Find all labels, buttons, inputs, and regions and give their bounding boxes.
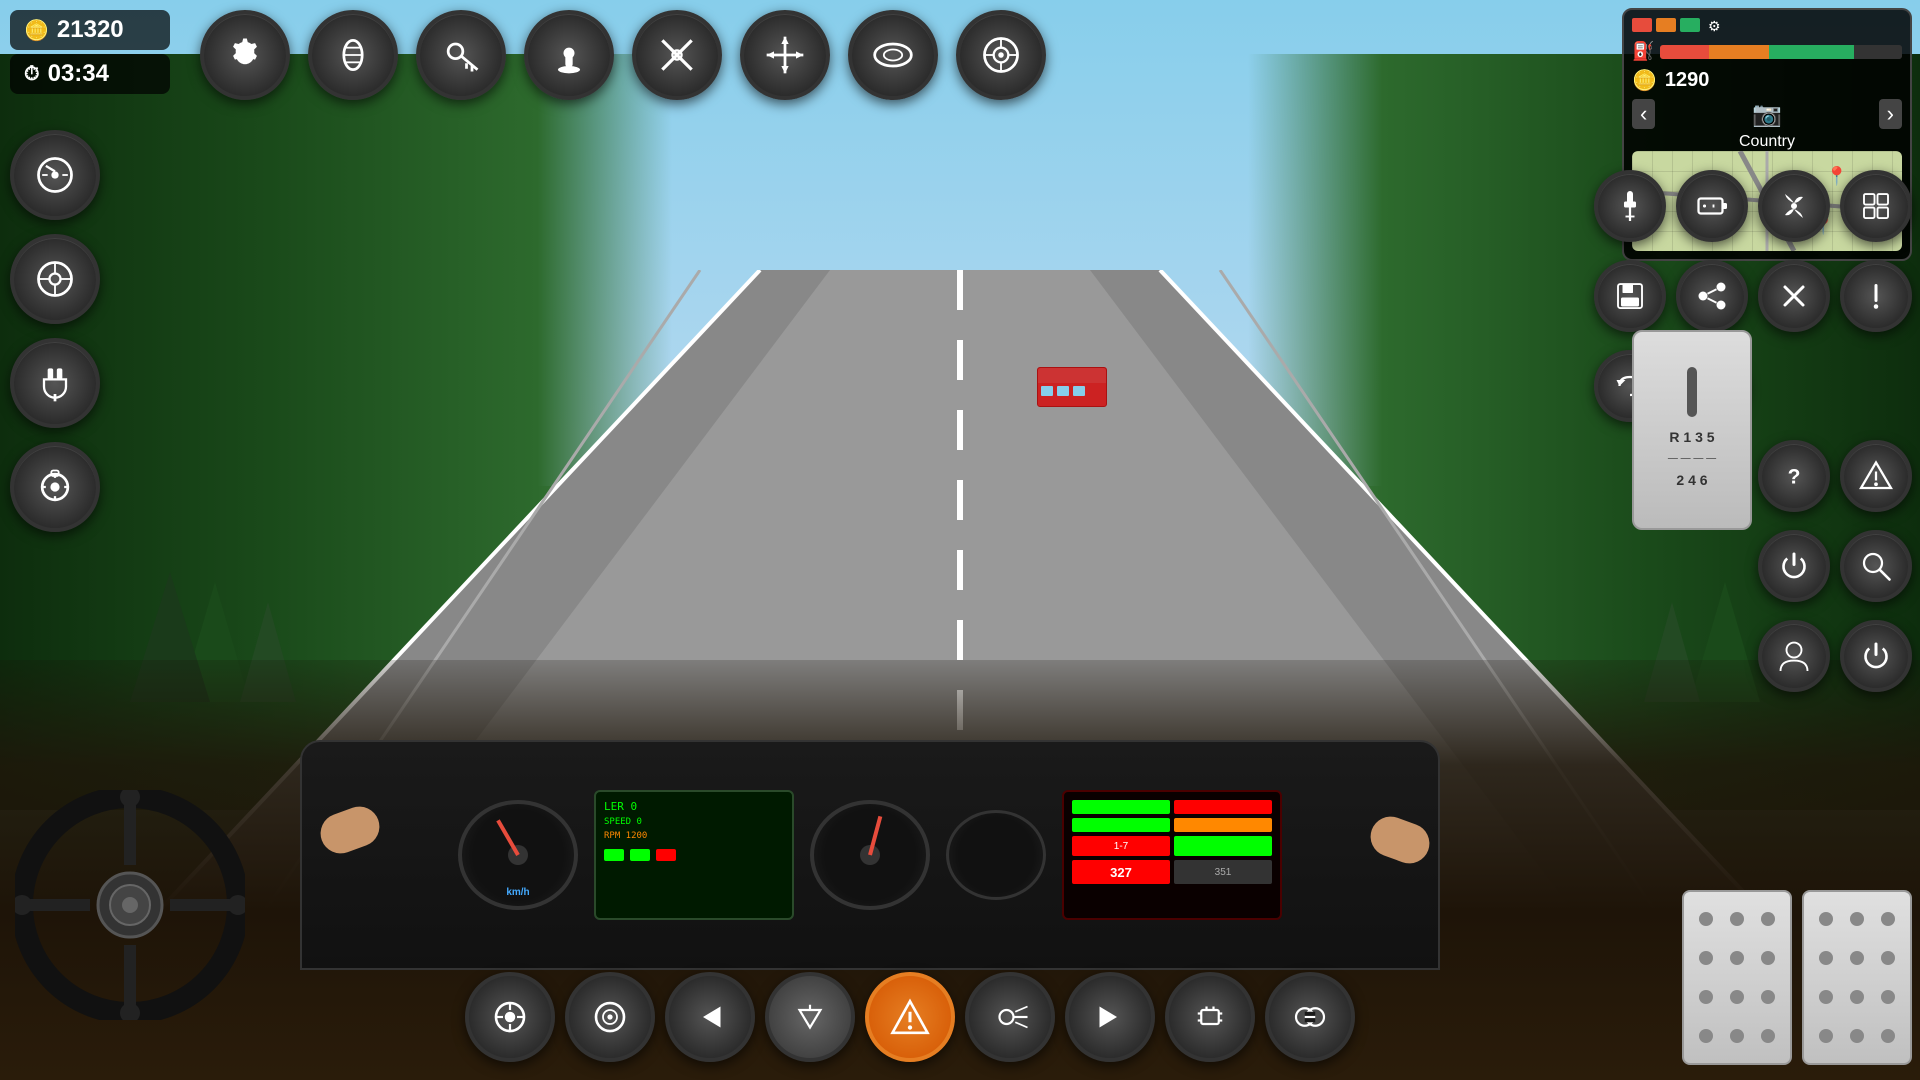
timer-value: 03:34 <box>48 60 109 88</box>
right-buttons-row4: ? <box>1758 440 1912 512</box>
hud-topleft: 🪙 21320 ⏱ 03:34 <box>10 10 170 94</box>
coins-display: 🪙 21320 <box>10 10 170 50</box>
right-buttons-bottom <box>1758 620 1912 692</box>
gear-stick <box>1687 367 1697 417</box>
bottom-control-bar <box>280 972 1540 1062</box>
lights-button[interactable] <box>965 972 1055 1062</box>
arrow-right-button[interactable] <box>1065 972 1155 1062</box>
timer-display: ⏱ 03:34 <box>10 54 170 94</box>
plug-button[interactable] <box>10 338 100 428</box>
tool-icons-row: ⚙ <box>1632 18 1902 35</box>
gauge-small-1 <box>946 810 1046 900</box>
dashboard-panel: km/h LER 0 SPEED 0 RPM 1200 <box>300 740 1440 970</box>
pedals <box>1682 890 1912 1065</box>
gauge-right <box>810 800 930 910</box>
tool-icon-green <box>1680 18 1700 32</box>
pedal-right[interactable] <box>1802 890 1912 1065</box>
chain-button[interactable] <box>1265 972 1355 1062</box>
fuel-bar-container: ⛽ <box>1632 41 1902 62</box>
wiper-button[interactable] <box>765 972 855 1062</box>
gear-shifter[interactable]: R 1 3 5 — — — — 2 4 6 <box>1632 330 1752 530</box>
placeholder-right-4 <box>1840 350 1912 422</box>
coin-icon-small: 🪙 <box>1632 68 1657 93</box>
svg-text:?: ? <box>1788 466 1801 489</box>
fan-button[interactable] <box>1758 170 1830 242</box>
share-button[interactable] <box>1676 260 1748 332</box>
power2-button[interactable] <box>1840 620 1912 692</box>
save-button[interactable] <box>1594 260 1666 332</box>
move-button[interactable] <box>740 10 830 100</box>
tool-icon-red <box>1632 18 1652 32</box>
oval-button[interactable] <box>848 10 938 100</box>
power-button[interactable] <box>1758 530 1830 602</box>
bus-vehicle <box>1037 367 1107 407</box>
coins-icon: 🪙 <box>24 18 49 43</box>
brake-button[interactable] <box>465 972 555 1062</box>
disk-button[interactable] <box>565 972 655 1062</box>
gear-pattern: R 1 3 5 — — — — 2 4 6 <box>1668 425 1716 493</box>
map-nav: ‹ 📷 › <box>1632 99 1902 129</box>
alert-button[interactable] <box>1840 440 1912 512</box>
gauge-left: km/h <box>458 800 578 910</box>
spark-plug-button[interactable] <box>1594 170 1666 242</box>
speedometer-button[interactable] <box>10 130 100 220</box>
arrow-left-button[interactable] <box>665 972 755 1062</box>
ball-button[interactable] <box>308 10 398 100</box>
coins-row: 🪙 1290 <box>1632 68 1902 93</box>
left-button-group <box>10 130 100 532</box>
camera-icon: 📷 <box>1752 100 1782 129</box>
settings-button[interactable] <box>200 10 290 100</box>
right-buttons-row5 <box>1758 530 1912 602</box>
pedal-left[interactable] <box>1682 890 1792 1065</box>
timer-icon: ⏱ <box>24 63 40 86</box>
map-label: Country <box>1632 133 1902 151</box>
wheel-left-button[interactable] <box>10 234 100 324</box>
fuel-value: 1290 <box>1665 69 1710 92</box>
tool-icon-orange <box>1656 18 1676 32</box>
steering-wheel[interactable] <box>15 790 245 1020</box>
panel-button[interactable] <box>1840 170 1912 242</box>
map-prev-button[interactable]: ‹ <box>1632 99 1655 129</box>
fuel-segment-empty <box>1854 45 1902 59</box>
digital-panel: LER 0 SPEED 0 RPM 1200 <box>594 790 794 920</box>
right-panel: 1-7 327 351 <box>1062 790 1282 920</box>
coins-value: 21320 <box>57 16 124 44</box>
joystick-button[interactable] <box>524 10 614 100</box>
settings-icon-small: ⚙ <box>1708 18 1721 35</box>
key-button[interactable] <box>416 10 506 100</box>
exclamation-button[interactable] <box>1840 260 1912 332</box>
user-button[interactable] <box>1758 620 1830 692</box>
engine-button[interactable] <box>10 442 100 532</box>
wrench-button[interactable] <box>632 10 722 100</box>
fuel-segment-green <box>1769 45 1854 59</box>
fuel-segment-red <box>1660 45 1708 59</box>
search-button[interactable] <box>1840 530 1912 602</box>
fuel-icon: ⛽ <box>1632 41 1654 62</box>
placeholder-right-3 <box>1758 350 1830 422</box>
fuel-segment-orange <box>1709 45 1769 59</box>
hazard-button[interactable] <box>865 972 955 1062</box>
right-buttons-row2 <box>1594 260 1912 332</box>
help-button[interactable]: ? <box>1758 440 1830 512</box>
close-button[interactable] <box>1758 260 1830 332</box>
top-button-group <box>200 10 820 100</box>
engine-bottom-button[interactable] <box>1165 972 1255 1062</box>
battery-button[interactable] <box>1676 170 1748 242</box>
tire-button[interactable] <box>956 10 1046 100</box>
fuel-bar <box>1660 45 1902 59</box>
map-next-button[interactable]: › <box>1879 99 1902 129</box>
right-buttons-row1 <box>1594 170 1912 242</box>
